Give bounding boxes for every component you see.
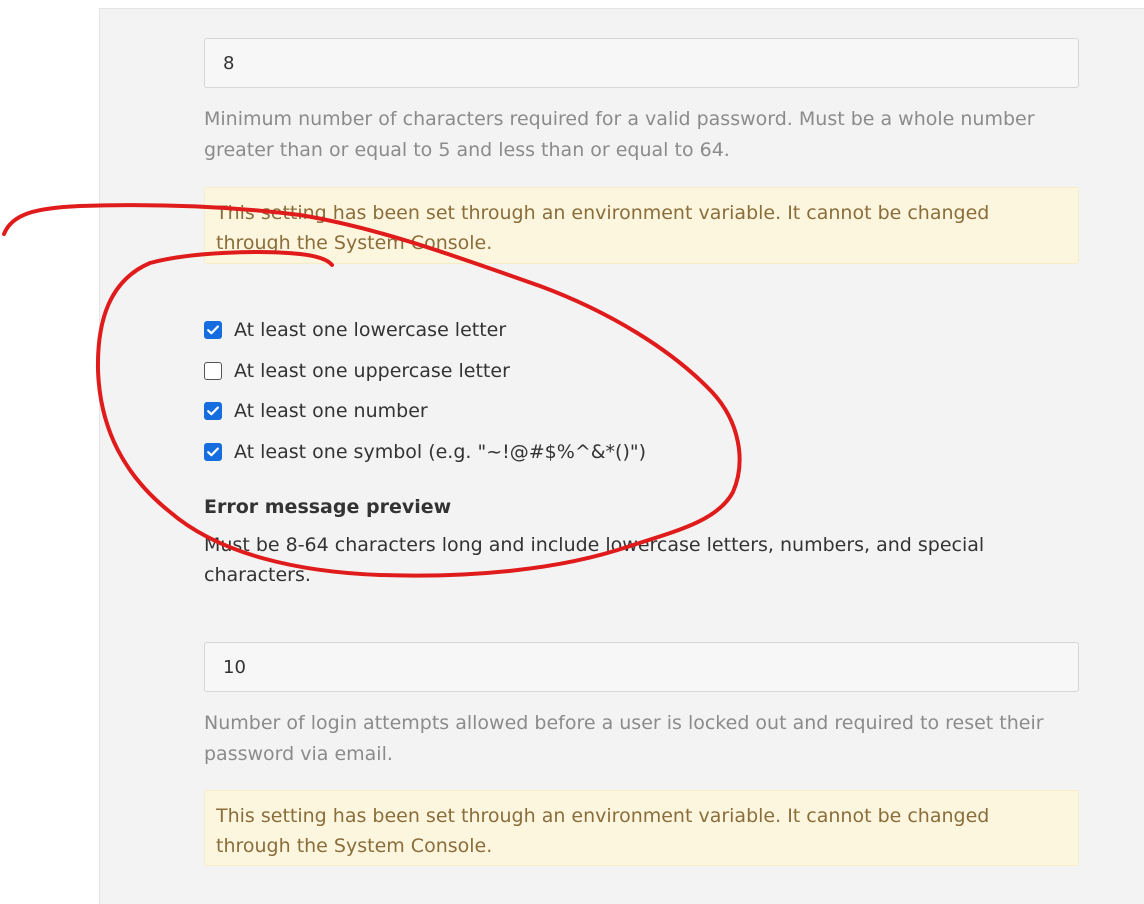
env-variable-warning: This setting has been set through an env… bbox=[204, 187, 1079, 264]
checkbox-uppercase[interactable]: At least one uppercase letter bbox=[204, 351, 804, 392]
password-requirements-group: At least one lowercase letter At least o… bbox=[204, 310, 804, 472]
checkbox-checked-icon[interactable] bbox=[204, 321, 222, 340]
env-variable-warning: This setting has been set through an env… bbox=[204, 790, 1079, 866]
error-message-preview-text: Must be 8-64 characters long and include… bbox=[204, 534, 985, 586]
checkbox-label: At least one number bbox=[234, 400, 428, 423]
page: Minimum number of characters required fo… bbox=[0, 0, 1144, 904]
maximum-login-attempts-input[interactable] bbox=[204, 642, 1079, 692]
checkbox-checked-icon[interactable] bbox=[204, 402, 222, 421]
error-message-preview-title: Error message preview bbox=[204, 496, 452, 518]
checkbox-checked-icon[interactable] bbox=[204, 443, 222, 462]
checkbox-label: At least one symbol (e.g. "~!@#$%^&*()") bbox=[234, 441, 647, 464]
minimum-password-length-input[interactable] bbox=[204, 38, 1079, 88]
checkbox-label: At least one uppercase letter bbox=[234, 359, 510, 382]
checkbox-lowercase[interactable]: At least one lowercase letter bbox=[204, 310, 804, 351]
checkbox-label: At least one lowercase letter bbox=[234, 319, 507, 342]
checkbox-symbol[interactable]: At least one symbol (e.g. "~!@#$%^&*()") bbox=[204, 432, 804, 473]
checkbox-unchecked-icon[interactable] bbox=[204, 361, 222, 380]
maximum-login-attempts-help: Number of login attempts allowed before … bbox=[204, 712, 1044, 765]
minimum-password-length-help: Minimum number of characters required fo… bbox=[204, 108, 1035, 161]
checkbox-number[interactable]: At least one number bbox=[204, 391, 804, 432]
